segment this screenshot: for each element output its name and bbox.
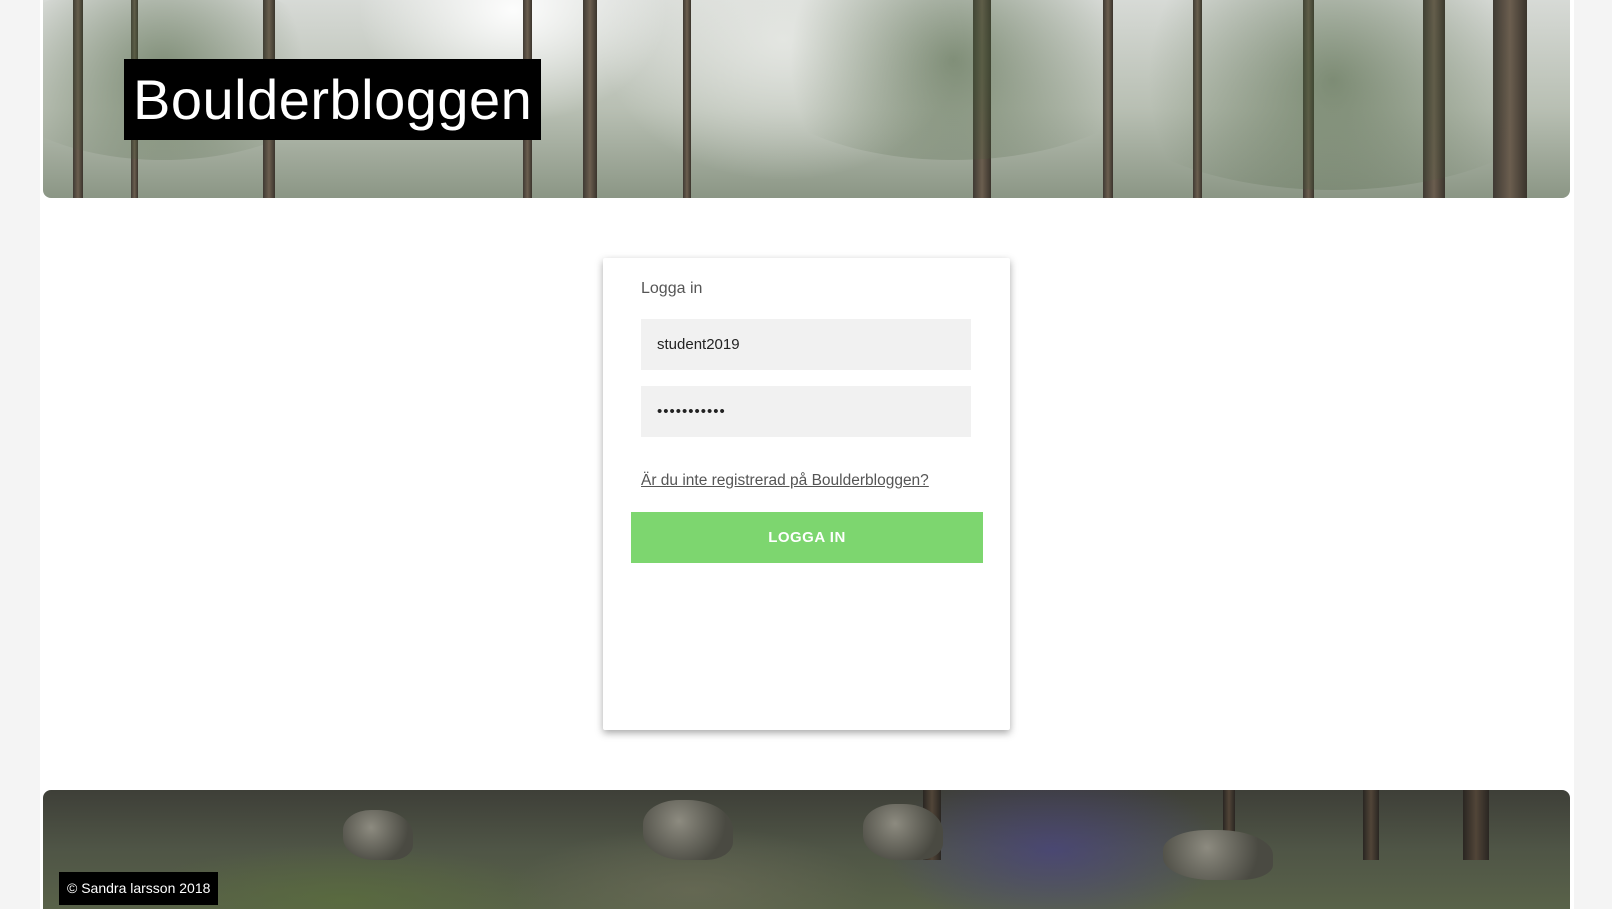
username-input[interactable] bbox=[641, 319, 971, 370]
login-button[interactable]: LOGGA IN bbox=[631, 512, 983, 563]
copyright-text: © Sandra larsson 2018 bbox=[59, 872, 219, 905]
tree-trunk-decoration bbox=[683, 0, 691, 198]
footer-banner: © Sandra larsson 2018 bbox=[43, 790, 1570, 909]
rock-decoration bbox=[343, 810, 413, 860]
password-input[interactable] bbox=[641, 386, 971, 437]
tree-trunk-decoration bbox=[1463, 790, 1489, 860]
tree-trunk-decoration bbox=[1363, 790, 1379, 860]
rock-decoration bbox=[1163, 830, 1273, 880]
login-card: Logga in Är du inte registrerad på Bould… bbox=[603, 258, 1010, 730]
rock-decoration bbox=[643, 800, 733, 860]
register-link[interactable]: Är du inte registrerad på Boulderbloggen… bbox=[641, 472, 929, 490]
header-banner: Boulderbloggen bbox=[43, 0, 1570, 198]
login-heading: Logga in bbox=[641, 280, 703, 297]
tree-trunk-decoration bbox=[583, 0, 597, 198]
rock-decoration bbox=[863, 804, 943, 860]
site-title: Boulderbloggen bbox=[124, 59, 542, 140]
